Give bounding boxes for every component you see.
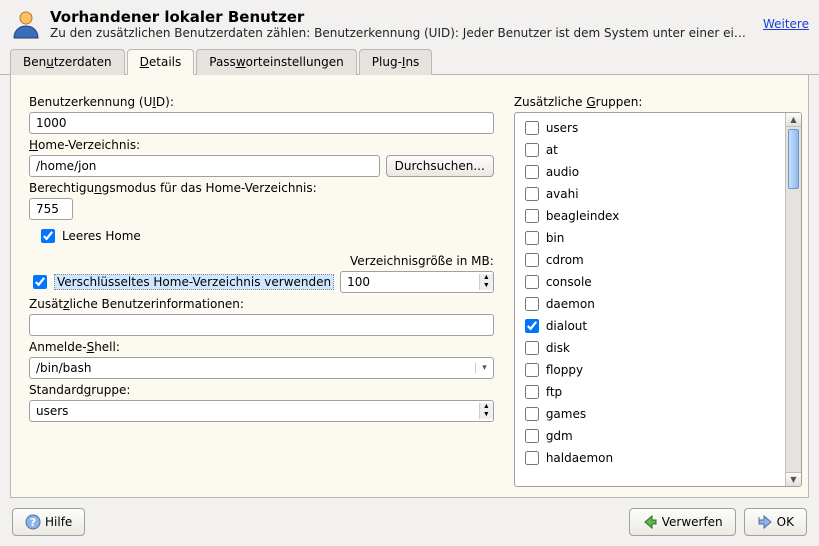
spin-up-button[interactable]: ▲ (480, 403, 493, 411)
spin-down-button[interactable]: ▼ (480, 282, 493, 290)
perm-label: Berechtigungsmodus für das Home-Verzeich… (29, 181, 494, 195)
group-checkbox-bin[interactable] (525, 231, 539, 245)
tab-details[interactable]: Details (127, 49, 195, 75)
group-item-disk[interactable]: disk (521, 337, 779, 359)
group-label: floppy (546, 363, 583, 377)
arrow-left-icon (642, 514, 658, 530)
scroll-thumb[interactable] (788, 129, 799, 189)
scroll-down-button[interactable]: ▼ (786, 472, 801, 486)
group-label: audio (546, 165, 579, 179)
group-label: users (546, 121, 578, 135)
home-label: Home-Verzeichnis: (29, 138, 494, 152)
group-checkbox-audio[interactable] (525, 165, 539, 179)
encrypt-home-checkbox[interactable] (33, 275, 47, 289)
uid-input[interactable] (29, 112, 494, 134)
group-checkbox-beagleindex[interactable] (525, 209, 539, 223)
empty-home-checkbox[interactable] (41, 229, 55, 243)
group-checkbox-ftp[interactable] (525, 385, 539, 399)
groups-listbox[interactable]: users at audio avahi beagleindex bin cdrom cons… (515, 113, 785, 486)
dirsize-input[interactable] (341, 272, 479, 292)
group-item-floppy[interactable]: floppy (521, 359, 779, 381)
group-label: at (546, 143, 558, 157)
group-item-games[interactable]: games (521, 403, 779, 425)
group-checkbox-at[interactable] (525, 143, 539, 157)
discard-button[interactable]: Verwerfen (629, 508, 736, 536)
encrypt-home-label: Verschlüsseltes Home-Verzeichnis verwend… (54, 274, 334, 290)
tab-benutzerdaten[interactable]: Benutzerdaten (10, 49, 125, 75)
spin-up-button[interactable]: ▲ (480, 274, 493, 282)
group-item-bin[interactable]: bin (521, 227, 779, 249)
browse-button[interactable]: Durchsuchen... (386, 155, 494, 177)
group-checkbox-daemon[interactable] (525, 297, 539, 311)
empty-home-checkbox-row[interactable]: Leeres Home (37, 226, 494, 246)
more-link[interactable]: Weitere (763, 17, 809, 31)
addinfo-input[interactable] (29, 314, 494, 336)
svg-text:?: ? (30, 516, 36, 529)
encrypt-home-checkbox-row[interactable]: Verschlüsseltes Home-Verzeichnis verwend… (29, 272, 334, 292)
group-item-dialout[interactable]: dialout (521, 315, 779, 337)
groups-label: Zusätzliche Gruppen: (514, 95, 802, 109)
tab-passworteinstellungen[interactable]: Passworteinstellungen (196, 49, 357, 75)
group-label: bin (546, 231, 565, 245)
ok-button[interactable]: OK (744, 508, 807, 536)
help-icon: ? (25, 514, 41, 530)
group-checkbox-floppy[interactable] (525, 363, 539, 377)
group-checkbox-users[interactable] (525, 121, 539, 135)
page-description: Zu den zusätzlichen Benutzerdaten zählen… (50, 26, 751, 40)
uid-label: Benutzerkennung (UID): (29, 95, 494, 109)
group-label: cdrom (546, 253, 584, 267)
spin-down-button[interactable]: ▼ (480, 411, 493, 419)
defgroup-value: users (30, 401, 479, 421)
page-title: Vorhandener lokaler Benutzer (50, 8, 751, 26)
shell-label: Anmelde-Shell: (29, 340, 494, 354)
tabs-bar: BenutzerdatenDetailsPassworteinstellunge… (0, 48, 819, 75)
group-label: disk (546, 341, 570, 355)
group-label: beagleindex (546, 209, 620, 223)
group-checkbox-disk[interactable] (525, 341, 539, 355)
perm-input[interactable] (29, 198, 73, 220)
group-checkbox-gdm[interactable] (525, 429, 539, 443)
ok-icon (757, 514, 773, 530)
group-label: gdm (546, 429, 573, 443)
dirsize-spinbox[interactable]: ▲▼ (340, 271, 494, 293)
group-checkbox-haldaemon[interactable] (525, 451, 539, 465)
scroll-up-button[interactable]: ▲ (786, 113, 801, 127)
group-label: daemon (546, 297, 595, 311)
help-button[interactable]: ? Hilfe (12, 508, 85, 536)
dirsize-label: Verzeichnisgröße in MB: (29, 254, 494, 268)
group-label: games (546, 407, 586, 421)
group-item-beagleindex[interactable]: beagleindex (521, 205, 779, 227)
group-item-daemon[interactable]: daemon (521, 293, 779, 315)
defgroup-combo[interactable]: users ▲▼ (29, 400, 494, 422)
scrollbar[interactable]: ▲ ▼ (785, 113, 801, 486)
group-checkbox-avahi[interactable] (525, 187, 539, 201)
group-label: haldaemon (546, 451, 613, 465)
defgroup-label: Standardgruppe: (29, 383, 494, 397)
home-input[interactable] (29, 155, 380, 177)
user-icon (10, 8, 42, 40)
empty-home-label: Leeres Home (62, 229, 141, 243)
group-item-at[interactable]: at (521, 139, 779, 161)
group-item-haldaemon[interactable]: haldaemon (521, 447, 779, 469)
shell-input[interactable] (30, 358, 475, 378)
group-item-audio[interactable]: audio (521, 161, 779, 183)
group-item-console[interactable]: console (521, 271, 779, 293)
shell-combo[interactable]: ▾ (29, 357, 494, 379)
group-label: avahi (546, 187, 579, 201)
group-item-users[interactable]: users (521, 117, 779, 139)
group-item-ftp[interactable]: ftp (521, 381, 779, 403)
group-checkbox-games[interactable] (525, 407, 539, 421)
group-checkbox-dialout[interactable] (525, 319, 539, 333)
group-item-cdrom[interactable]: cdrom (521, 249, 779, 271)
tab-plug-ins[interactable]: Plug-Ins (359, 49, 433, 75)
group-checkbox-cdrom[interactable] (525, 253, 539, 267)
group-item-avahi[interactable]: avahi (521, 183, 779, 205)
group-item-gdm[interactable]: gdm (521, 425, 779, 447)
group-checkbox-console[interactable] (525, 275, 539, 289)
group-label: dialout (546, 319, 587, 333)
group-label: ftp (546, 385, 562, 399)
addinfo-label: Zusätzliche Benutzerinformationen: (29, 297, 494, 311)
chevron-down-icon[interactable]: ▾ (475, 363, 493, 373)
group-label: console (546, 275, 592, 289)
